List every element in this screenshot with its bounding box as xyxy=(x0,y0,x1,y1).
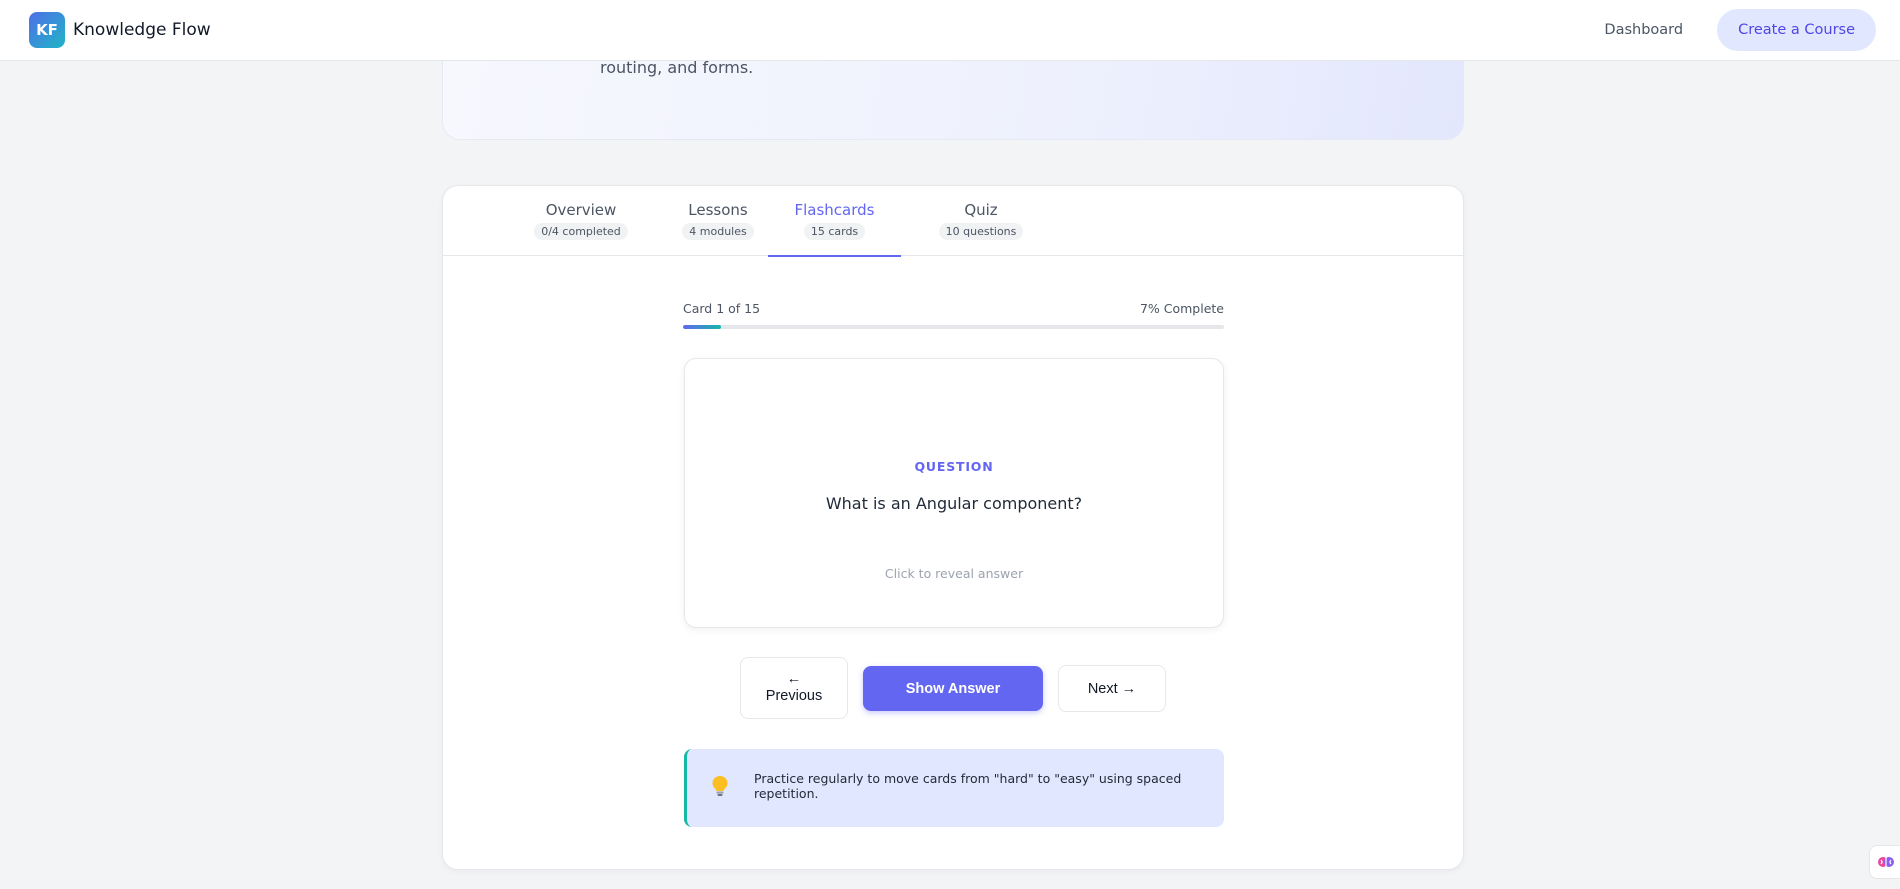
brain-widget-icon[interactable] xyxy=(1869,845,1900,879)
app-name[interactable]: Knowledge Flow xyxy=(73,20,211,40)
arrow-left-icon: ← xyxy=(786,671,802,688)
top-header: KF Knowledge Flow Dashboard Create a Cou… xyxy=(0,0,1900,61)
previous-label: Previous xyxy=(765,688,823,704)
tab-flashcards[interactable]: Flashcards 15 cards xyxy=(768,186,901,257)
card-position-label: Card 1 of 15 xyxy=(683,301,761,316)
nav-dashboard-link[interactable]: Dashboard xyxy=(1604,22,1683,38)
tip-text: Practice regularly to move cards from "h… xyxy=(754,771,1182,801)
progress-percent-label: 7% Complete xyxy=(1139,301,1224,316)
next-button[interactable]: Next → xyxy=(1058,665,1166,712)
tab-lessons[interactable]: Lessons 4 modules xyxy=(653,186,783,256)
create-course-button[interactable]: Create a Course xyxy=(1717,9,1876,51)
tab-badge: 10 questions xyxy=(938,223,1024,240)
progress-bar xyxy=(683,325,1224,329)
flashcard-progress-info: Card 1 of 15 7% Complete xyxy=(683,301,1224,316)
reveal-hint: Click to reveal answer xyxy=(884,566,1024,581)
progress-bar-fill xyxy=(683,325,721,329)
tab-badge: 15 cards xyxy=(803,223,866,240)
tab-label: Overview xyxy=(545,201,617,219)
tab-badge: 0/4 completed xyxy=(534,223,628,240)
course-tabs: Overview 0/4 completed Lessons 4 modules… xyxy=(443,186,1463,257)
tab-label: Flashcards xyxy=(794,201,875,219)
flashcard[interactable]: QUESTION What is an Angular component? C… xyxy=(684,358,1224,628)
tab-label: Quiz xyxy=(964,201,998,219)
brand[interactable]: KF Knowledge Flow xyxy=(29,12,211,48)
tab-overview[interactable]: Overview 0/4 completed xyxy=(495,186,667,256)
app-logo[interactable]: KF xyxy=(29,12,65,48)
card-kind-label: QUESTION xyxy=(914,459,994,474)
tab-badge: 4 modules xyxy=(682,223,754,240)
tab-quiz[interactable]: Quiz 10 questions xyxy=(911,186,1051,256)
previous-button[interactable]: ← Previous xyxy=(740,657,848,719)
header-nav: Dashboard Create a Course xyxy=(1604,9,1876,51)
show-answer-button[interactable]: Show Answer xyxy=(863,666,1043,711)
course-content-panel: Overview 0/4 completed Lessons 4 modules… xyxy=(442,185,1464,870)
tab-label: Lessons xyxy=(688,201,748,219)
study-tip: Practice regularly to move cards from "h… xyxy=(684,749,1224,827)
lightbulb-icon xyxy=(711,775,729,803)
card-question-text: What is an Angular component? xyxy=(825,494,1083,513)
